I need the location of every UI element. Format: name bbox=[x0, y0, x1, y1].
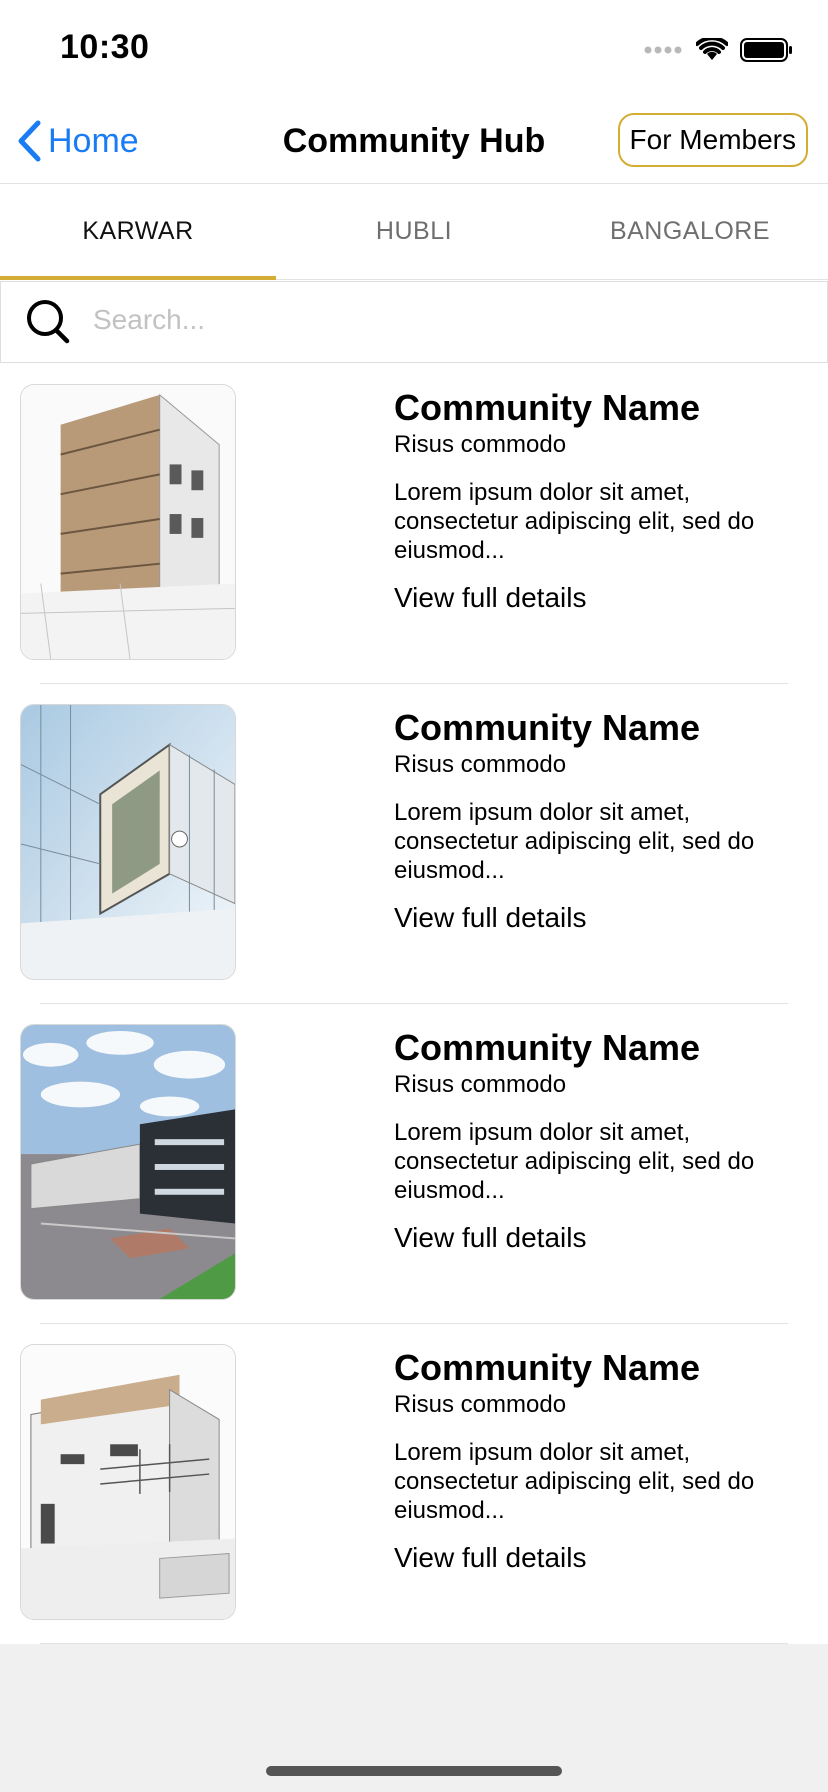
view-details-link[interactable]: View full details bbox=[394, 1221, 804, 1255]
community-title: Community Name bbox=[394, 1347, 701, 1388]
tab-karwar[interactable]: KARWAR bbox=[0, 185, 276, 280]
signal-icon bbox=[644, 46, 682, 54]
status-icons bbox=[644, 36, 794, 64]
community-subtitle: Risus commodo bbox=[394, 1391, 567, 1418]
community-title: Community Name bbox=[394, 387, 701, 428]
view-details-link[interactable]: View full details bbox=[394, 1541, 804, 1575]
community-description: Lorem ipsum dolor sit amet, consectetur … bbox=[394, 1439, 755, 1524]
back-button[interactable]: Home bbox=[16, 116, 139, 166]
community-image bbox=[20, 1024, 236, 1300]
navigation-bar: Home Community Hub For Members bbox=[0, 100, 828, 184]
battery-icon bbox=[740, 38, 792, 62]
community-description: Lorem ipsum dolor sit amet, consectetur … bbox=[394, 479, 755, 564]
view-details-link[interactable]: View full details bbox=[394, 901, 804, 935]
list-item[interactable]: Community Name Risus commodo Lorem ipsum… bbox=[0, 1004, 828, 1324]
list-item[interactable]: Community Name Risus commodo Lorem ipsum… bbox=[0, 364, 828, 684]
community-image bbox=[20, 384, 236, 660]
community-info: Community Name Risus commodo Lorem ipsum… bbox=[394, 706, 804, 935]
search-icon bbox=[27, 300, 70, 344]
status-bar: 10:30 bbox=[0, 0, 828, 100]
home-indicator[interactable] bbox=[266, 1766, 562, 1776]
community-image bbox=[20, 704, 236, 980]
city-tabs: KARWAR HUBLI BANGALORE bbox=[0, 185, 828, 280]
back-button-label: Home bbox=[48, 121, 139, 160]
list-item[interactable]: Community Name Risus commodo Lorem ipsum… bbox=[0, 684, 828, 1004]
community-subtitle: Risus commodo bbox=[394, 1071, 567, 1098]
tab-bangalore[interactable]: BANGALORE bbox=[552, 185, 828, 279]
community-title: Community Name bbox=[394, 1027, 701, 1068]
community-subtitle: Risus commodo bbox=[394, 431, 567, 458]
for-members-button[interactable]: For Members bbox=[617, 113, 808, 167]
list-item[interactable]: Community Name Risus commodo Lorem ipsum… bbox=[0, 1324, 828, 1644]
community-image bbox=[20, 1344, 236, 1620]
wifi-icon bbox=[696, 38, 728, 60]
search-input[interactable] bbox=[93, 290, 793, 350]
status-time: 10:30 bbox=[60, 28, 150, 66]
community-info: Community Name Risus commodo Lorem ipsum… bbox=[394, 1026, 804, 1255]
chevron-left-icon bbox=[18, 120, 41, 162]
search-bar bbox=[0, 281, 828, 363]
community-description: Lorem ipsum dolor sit amet, consectetur … bbox=[394, 1119, 755, 1204]
view-details-link[interactable]: View full details bbox=[394, 581, 804, 615]
community-description: Lorem ipsum dolor sit amet, consectetur … bbox=[394, 799, 755, 884]
community-subtitle: Risus commodo bbox=[394, 751, 567, 778]
community-info: Community Name Risus commodo Lorem ipsum… bbox=[394, 386, 804, 615]
community-title: Community Name bbox=[394, 707, 701, 748]
tab-hubli[interactable]: HUBLI bbox=[276, 185, 552, 279]
community-info: Community Name Risus commodo Lorem ipsum… bbox=[394, 1346, 804, 1575]
community-list: Community Name Risus commodo Lorem ipsum… bbox=[0, 364, 828, 1644]
